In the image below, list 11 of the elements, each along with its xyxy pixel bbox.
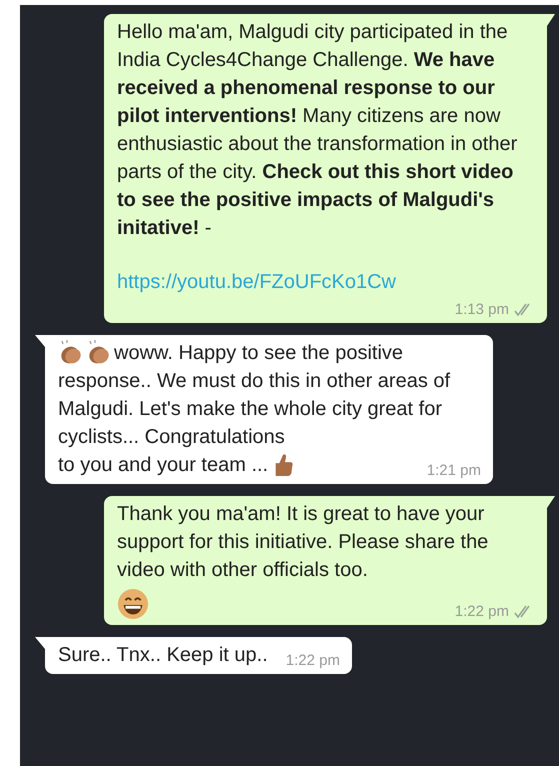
message-text: to you and your team ...: [58, 453, 268, 478]
message-text: Thank you ma'am! It is great to have your support for this initiative. Please share the video with other officials too.: [117, 502, 490, 583]
message-text: Hello ma'am, Malgudi city participated in the India Cycles4Change Challenge. We have received a phenomenal response to our pilot interventions! Many citizens are now enthusiastic about the transformation in other parts of the city. Check out this short video to see the positive impacts of Malgudi's initative! -: [117, 20, 518, 241]
message-text: woww. Happy to see the positive: [114, 341, 404, 366]
grinning-face-icon: [117, 588, 149, 620]
message-time: 1:13 pm: [454, 300, 509, 320]
message-text: Sure.. Tnx.. Keep it up..: [58, 643, 268, 668]
message-time: 1:21 pm: [426, 461, 481, 481]
message-time: 1:22 pm: [286, 651, 340, 671]
video-link[interactable]: https://youtu.be/FZoUFcKo1Cw: [117, 268, 535, 296]
message-time: 1:22 pm: [454, 602, 509, 622]
